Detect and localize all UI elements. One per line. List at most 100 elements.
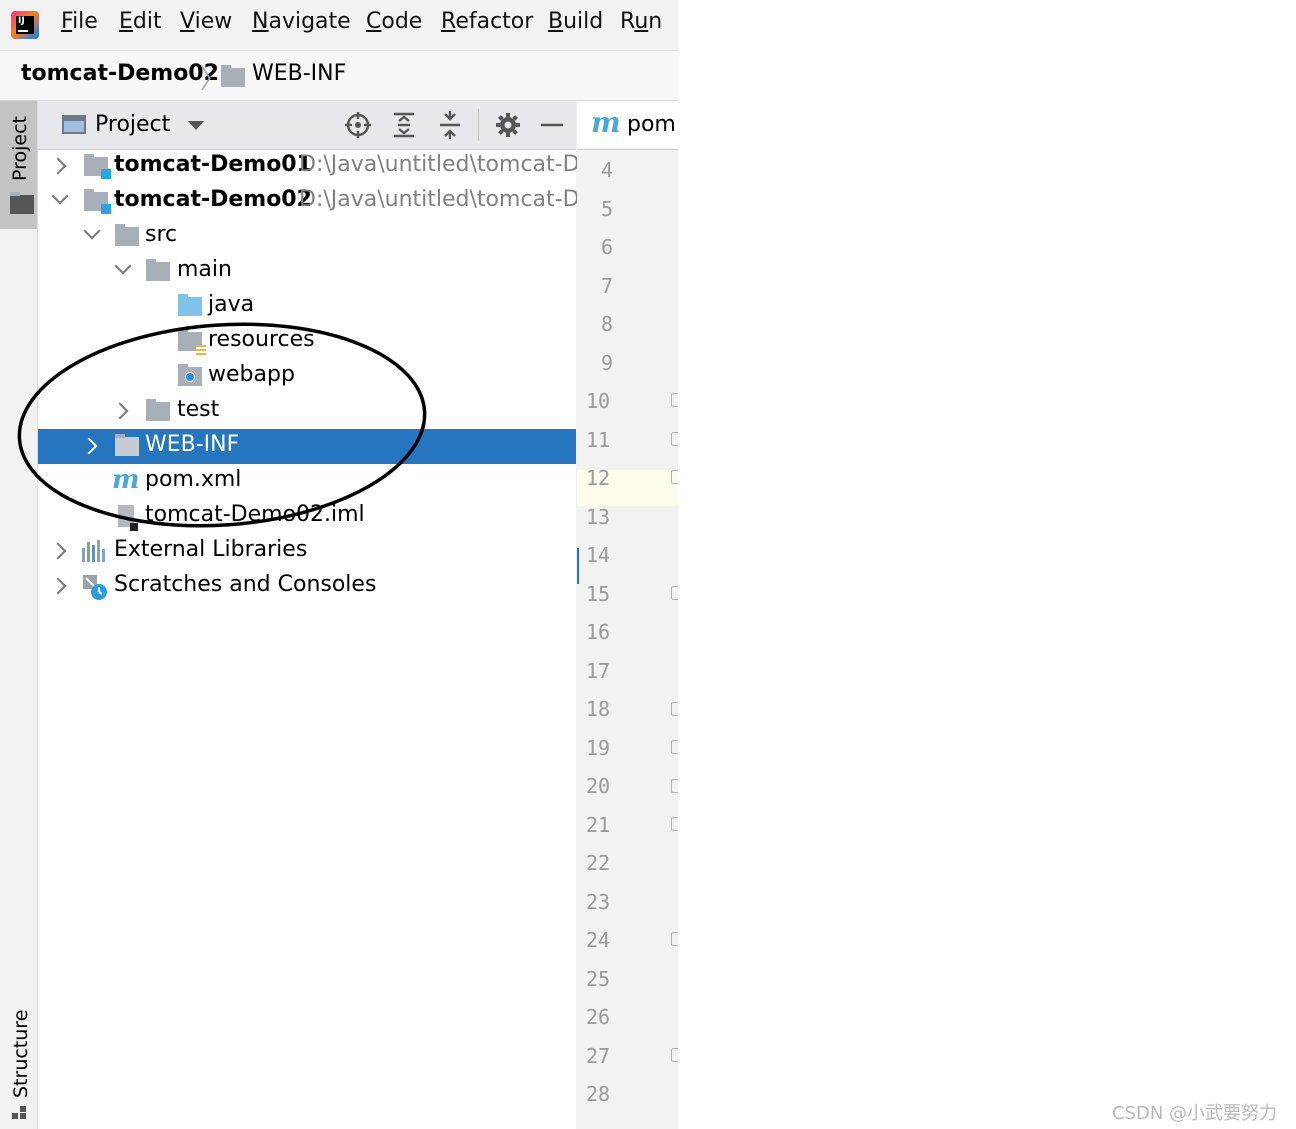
folder-icon xyxy=(146,399,170,421)
tree-item-src[interactable]: src xyxy=(38,219,576,254)
tree-item-label: Scratches and Consoles xyxy=(114,572,377,597)
line-number: 10 xyxy=(586,389,611,413)
tree-item-resources[interactable]: resources xyxy=(38,324,576,359)
tree-item-tomcat-demo01[interactable]: tomcat-Demo01 D:\Java\untitled\tomcat-De xyxy=(38,149,593,184)
chevron-down-icon[interactable] xyxy=(188,121,204,130)
chevron-down-icon[interactable] xyxy=(114,257,132,275)
tree-item-label: tomcat-Demo02 xyxy=(114,187,312,212)
project-view-selector[interactable]: Project xyxy=(95,112,170,137)
menu-file[interactable]: File xyxy=(61,9,98,34)
web-folder-icon xyxy=(178,364,202,386)
intellij-logo-icon: IJ xyxy=(11,11,39,39)
line-number: 11 xyxy=(586,427,611,452)
menu-run[interactable]: Run xyxy=(620,9,662,34)
project-tool-tab[interactable]: Project xyxy=(0,101,37,229)
line-number: 14 xyxy=(586,543,611,567)
expand-all-icon[interactable] xyxy=(390,111,418,139)
fold-marker-icon[interactable] xyxy=(671,470,678,484)
menu-view[interactable]: View xyxy=(180,9,232,34)
line-number-gutter[interactable]: 4 5 6 7 8 9 10 11 12 13 14 15 16 17 18 19 20 21 22 23 24 25 26… xyxy=(577,150,678,1129)
tree-item-tomcat-demo02[interactable]: tomcat-Demo02 D:\Java\untitled\tomcat-De xyxy=(38,184,593,219)
tree-item-test[interactable]: test xyxy=(38,394,576,429)
tree-item-label: src xyxy=(145,222,178,247)
breadcrumb-folder[interactable]: WEB-INF xyxy=(252,61,346,86)
resources-folder-icon xyxy=(178,329,206,355)
folder-icon xyxy=(221,65,245,87)
tree-item-web-inf[interactable]: WEB-INF xyxy=(38,429,576,464)
fold-marker-icon[interactable] xyxy=(671,393,678,407)
chevron-right-icon[interactable] xyxy=(49,542,67,560)
tree-item-path: D:\Java\untitled\tomcat-De xyxy=(299,187,594,212)
folder-icon xyxy=(115,434,139,456)
fold-marker-icon[interactable] xyxy=(671,779,678,793)
fold-marker-icon[interactable] xyxy=(671,740,678,754)
line-number: 15 xyxy=(586,581,611,606)
line-number: 24 xyxy=(586,928,611,952)
minimize-icon[interactable] xyxy=(538,111,566,139)
collapse-all-icon[interactable] xyxy=(436,111,464,139)
line-number: 23 xyxy=(586,889,611,914)
chevron-right-icon[interactable] xyxy=(49,577,67,595)
tree-item-label: tomcat-Demo01 xyxy=(114,152,312,177)
tree-item-label: main xyxy=(177,257,232,282)
line-number: 6 xyxy=(601,235,614,259)
line-number: 20 xyxy=(586,774,611,798)
menu-navigate[interactable]: Navigate xyxy=(252,9,351,34)
fold-marker-icon[interactable] xyxy=(671,702,678,716)
line-number: 8 xyxy=(601,312,614,336)
tree-item-label: java xyxy=(208,292,255,317)
project-tab-label: Project xyxy=(9,115,31,181)
ide-window: IJ File Edit View Navigate Code Refactor… xyxy=(0,0,678,1129)
tree-item-scratches[interactable]: Scratches and Consoles xyxy=(38,569,576,604)
structure-icon xyxy=(12,1106,26,1120)
folder-icon xyxy=(10,192,34,214)
project-panel: Project tomcat-Demo01 D:\Java\untitled\t… xyxy=(38,101,593,1129)
chevron-right-icon[interactable] xyxy=(80,437,98,455)
tree-item-webapp[interactable]: webapp xyxy=(38,359,576,394)
line-number: 16 xyxy=(586,620,611,644)
fold-marker-icon[interactable] xyxy=(671,432,678,446)
project-panel-header: Project xyxy=(38,101,576,150)
chevron-down-icon[interactable] xyxy=(83,222,101,240)
fold-marker-icon[interactable] xyxy=(671,932,678,946)
fold-marker-icon[interactable] xyxy=(671,586,678,600)
maven-icon: m xyxy=(112,465,140,495)
line-number: 18 xyxy=(586,697,611,721)
breadcrumb-project[interactable]: tomcat-Demo02 xyxy=(21,61,219,86)
tree-item-java[interactable]: java xyxy=(38,289,576,324)
breadcrumb: tomcat-Demo02 〉 WEB-INF xyxy=(0,50,678,101)
menu-build[interactable]: Build xyxy=(548,9,603,34)
project-view-icon xyxy=(62,115,86,134)
menu-edit[interactable]: Edit xyxy=(119,9,162,34)
fold-marker-icon[interactable] xyxy=(671,817,678,831)
tree-item-label: test xyxy=(177,397,220,422)
chevron-right-icon[interactable] xyxy=(111,402,129,420)
library-icon xyxy=(82,540,108,562)
line-number: 27 xyxy=(586,1043,611,1068)
tree-item-label: webapp xyxy=(208,362,295,387)
line-number: 28 xyxy=(586,1082,611,1106)
editor-tab-pom[interactable]: m pom. xyxy=(577,101,678,148)
fold-marker-icon[interactable] xyxy=(671,1048,678,1062)
module-folder-icon xyxy=(84,154,111,179)
line-number: 13 xyxy=(586,504,611,529)
menu-code[interactable]: Code xyxy=(366,9,422,34)
locate-icon[interactable] xyxy=(344,111,372,139)
tree-item-label: resources xyxy=(208,327,315,352)
tree-item-iml[interactable]: tomcat-Demo02.iml xyxy=(38,499,576,534)
chevron-down-icon[interactable] xyxy=(51,187,69,205)
tree-item-label: tomcat-Demo02.iml xyxy=(145,502,365,527)
tree-item-external-libraries[interactable]: External Libraries xyxy=(38,534,576,569)
tree-item-label: pom.xml xyxy=(145,467,242,492)
line-number: 19 xyxy=(586,735,611,760)
tree-item-pom-xml[interactable]: m pom.xml xyxy=(38,464,576,499)
chevron-right-icon[interactable] xyxy=(49,157,67,175)
gear-icon[interactable] xyxy=(494,111,522,139)
folder-icon xyxy=(146,259,170,281)
tree-item-label: WEB-INF xyxy=(145,432,240,457)
scratches-icon xyxy=(82,574,108,600)
tree-item-main[interactable]: main xyxy=(38,254,576,289)
module-folder-icon xyxy=(84,189,111,214)
line-number: 25 xyxy=(586,966,611,991)
menu-refactor[interactable]: Refactor xyxy=(441,9,533,34)
